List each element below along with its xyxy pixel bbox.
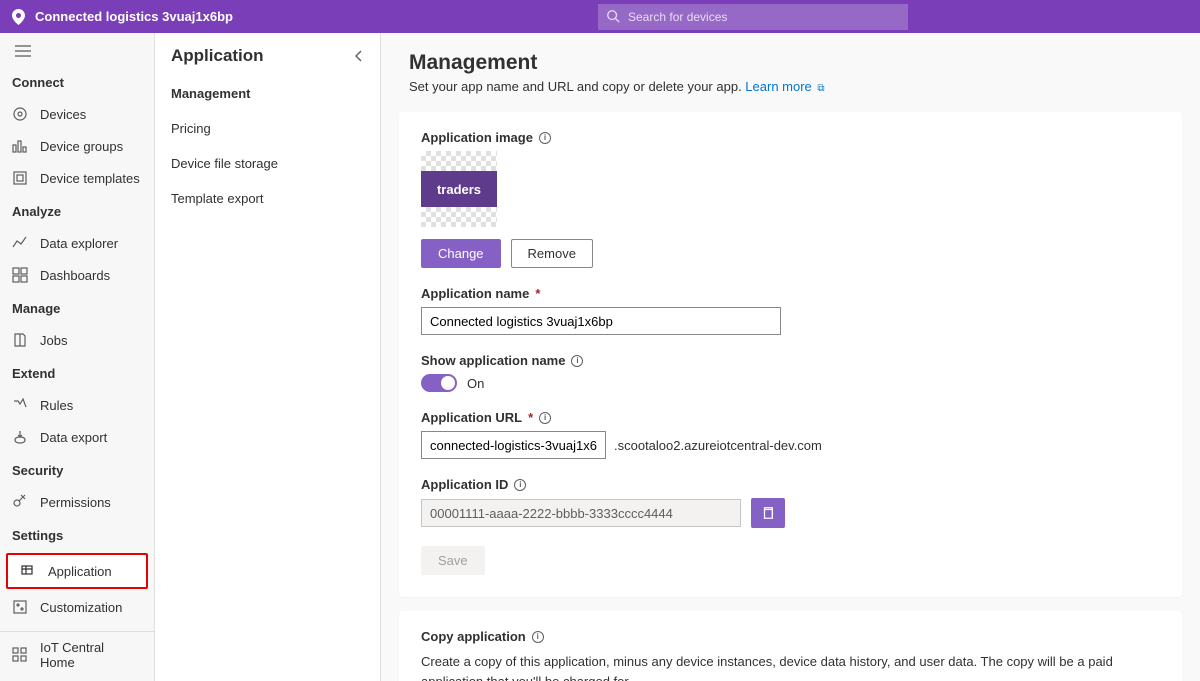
search-icon [606, 9, 620, 23]
sidebar-right: Application Management Pricing Device fi… [155, 33, 381, 681]
sub-item-device-file-storage[interactable]: Device file storage [155, 146, 380, 181]
sidebar-item-label: Dashboards [40, 268, 110, 283]
app-header: Connected logistics 3vuaj1x6bp [0, 0, 1200, 33]
customization-icon [12, 599, 28, 615]
sub-item-management[interactable]: Management [155, 76, 380, 111]
external-link-icon: ⧉ [817, 83, 824, 94]
info-icon[interactable]: i [532, 631, 544, 643]
sidebar-item-label: Device groups [40, 139, 123, 154]
sidebar-left: Connect Devices Device groups Device tem… [0, 33, 155, 681]
copy-app-description: Create a copy of this application, minus… [421, 652, 1160, 681]
search-input[interactable] [598, 4, 908, 30]
devices-icon [12, 106, 28, 122]
app-url-input[interactable] [421, 431, 606, 459]
app-image-preview: traders [421, 151, 1160, 227]
info-icon[interactable]: i [514, 479, 526, 491]
app-id-label: Application ID [421, 477, 508, 492]
nav-group-analyze: Analyze [0, 194, 154, 227]
sidebar-item-data-export[interactable]: Data export [0, 421, 154, 453]
header-title: Connected logistics 3vuaj1x6bp [35, 9, 233, 24]
required-asterisk: * [528, 410, 533, 425]
app-name-label: Application name [421, 286, 529, 301]
sidebar-right-title: Application [171, 46, 264, 66]
data-export-icon [12, 429, 28, 445]
nav-group-security: Security [0, 453, 154, 486]
remove-button[interactable]: Remove [511, 239, 593, 268]
nav-group-extend: Extend [0, 356, 154, 389]
learn-more-link[interactable]: Learn more ⧉ [745, 79, 824, 94]
main-content: Management Set your app name and URL and… [381, 33, 1200, 681]
app-id-input [421, 499, 741, 527]
copy-icon [761, 506, 775, 520]
sidebar-item-devices[interactable]: Devices [0, 98, 154, 130]
url-suffix: .scootaloo2.azureiotcentral-dev.com [614, 438, 822, 453]
app-url-label: Application URL [421, 410, 522, 425]
info-icon[interactable]: i [539, 412, 551, 424]
data-explorer-icon [12, 235, 28, 251]
sidebar-item-label: Devices [40, 107, 86, 122]
sidebar-item-application[interactable]: Application [8, 555, 146, 587]
sidebar-item-device-templates[interactable]: Device templates [0, 162, 154, 194]
highlighted-nav-item: Application [6, 553, 148, 589]
sidebar-item-rules[interactable]: Rules [0, 389, 154, 421]
sidebar-item-label: Application [48, 564, 112, 579]
sidebar-item-label: Jobs [40, 333, 67, 348]
copy-application-card: Copy application i Create a copy of this… [399, 611, 1182, 681]
sidebar-item-label: Data explorer [40, 236, 118, 251]
rules-icon [12, 397, 28, 413]
dashboards-icon [12, 267, 28, 283]
change-button[interactable]: Change [421, 239, 501, 268]
show-name-label: Show application name [421, 353, 565, 368]
required-asterisk: * [535, 286, 540, 301]
toggle-state: On [467, 376, 484, 391]
info-icon[interactable]: i [571, 355, 583, 367]
management-card: Application image i traders Change Remov… [399, 112, 1182, 597]
jobs-icon [12, 332, 28, 348]
sidebar-item-label: Data export [40, 430, 107, 445]
sidebar-item-jobs[interactable]: Jobs [0, 324, 154, 356]
save-button: Save [421, 546, 485, 575]
nav-group-manage: Manage [0, 291, 154, 324]
device-groups-icon [12, 138, 28, 154]
chevron-left-icon[interactable] [354, 49, 364, 63]
sub-item-pricing[interactable]: Pricing [155, 111, 380, 146]
device-templates-icon [12, 170, 28, 186]
application-icon [20, 563, 36, 579]
sidebar-item-permissions[interactable]: Permissions [0, 486, 154, 518]
app-image-label: Application image [421, 130, 533, 145]
sidebar-item-label: Device templates [40, 171, 140, 186]
page-title: Management [409, 51, 1172, 75]
sidebar-item-dashboards[interactable]: Dashboards [0, 259, 154, 291]
sub-item-template-export[interactable]: Template export [155, 181, 380, 216]
nav-group-connect: Connect [0, 65, 154, 98]
nav-group-settings: Settings [0, 518, 154, 551]
hamburger-button[interactable] [0, 33, 154, 65]
sidebar-item-label: Rules [40, 398, 73, 413]
home-icon [12, 647, 28, 663]
permissions-icon [12, 494, 28, 510]
sidebar-item-data-explorer[interactable]: Data explorer [0, 227, 154, 259]
info-icon[interactable]: i [539, 132, 551, 144]
location-icon [12, 9, 25, 25]
copy-id-button[interactable] [751, 498, 785, 528]
copy-app-title: Copy application [421, 629, 526, 644]
page-subtitle: Set your app name and URL and copy or de… [409, 79, 1172, 94]
app-image: traders [421, 171, 497, 207]
sidebar-item-label: IoT Central Home [40, 640, 142, 670]
sidebar-item-iot-central-home[interactable]: IoT Central Home [0, 632, 154, 678]
show-name-toggle[interactable] [421, 374, 457, 392]
page-subtitle-text: Set your app name and URL and copy or de… [409, 79, 745, 94]
app-name-input[interactable] [421, 307, 781, 335]
sidebar-item-device-groups[interactable]: Device groups [0, 130, 154, 162]
sidebar-item-label: Customization [40, 600, 122, 615]
sidebar-item-customization[interactable]: Customization [0, 591, 154, 623]
sidebar-item-label: Permissions [40, 495, 111, 510]
